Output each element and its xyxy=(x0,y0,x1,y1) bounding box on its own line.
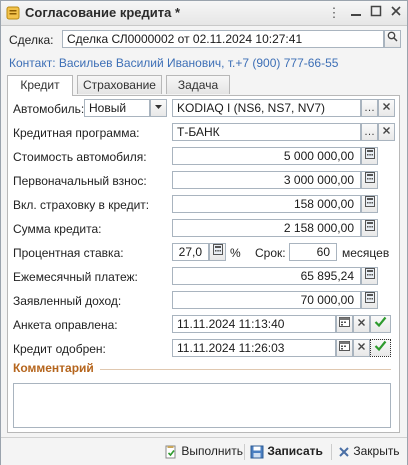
comment-textarea[interactable] xyxy=(13,383,391,428)
comment-section-title: Комментарий xyxy=(13,361,94,375)
down-payment-label: Первоначальный взнос: xyxy=(13,174,147,188)
insurance-field[interactable]: 158 000,00 xyxy=(172,195,361,213)
loan-amount-calculator-button[interactable] xyxy=(361,219,378,237)
credit-approved-confirm-button[interactable] xyxy=(370,339,391,357)
toolbar-separator xyxy=(331,444,332,460)
price-calculator-button[interactable] xyxy=(361,147,378,165)
contact-link[interactable]: Контакт: Васильев Василий Иванович, т.+7… xyxy=(9,56,338,70)
monthly-payment-field[interactable]: 65 895,24 xyxy=(172,267,361,285)
form-sent-calendar-button[interactable] xyxy=(336,315,353,333)
toolbar-separator xyxy=(244,444,245,460)
credit-approval-window: Согласование кредита * ⋮ Сделка: Сделка … xyxy=(0,0,408,465)
program-select-button[interactable]: … xyxy=(361,123,378,141)
calculator-icon xyxy=(364,172,375,183)
calculator-icon xyxy=(364,268,375,279)
title-bar: Согласование кредита * ⋮ xyxy=(1,1,407,26)
price-label: Стоимость автомобиля: xyxy=(13,150,147,164)
checkmark-icon xyxy=(374,316,387,328)
rate-unit: % xyxy=(230,246,241,260)
insurance-label: Вкл. страховку в кредит: xyxy=(13,198,150,212)
tab-task[interactable]: Задача xyxy=(166,75,230,94)
insurance-calculator-button[interactable] xyxy=(361,195,378,213)
form-sent-clear-button[interactable] xyxy=(353,315,370,333)
credit-approved-datetime-field[interactable]: 11.11.2024 11:26:03 xyxy=(172,339,336,357)
income-calculator-button[interactable] xyxy=(361,291,378,309)
rate-calculator-button[interactable] xyxy=(209,243,226,261)
term-label: Срок: xyxy=(255,246,286,260)
credit-approved-calendar-button[interactable] xyxy=(336,339,353,357)
program-clear-button[interactable] xyxy=(378,123,395,141)
monthly-payment-calculator-button[interactable] xyxy=(361,267,378,285)
credit-approved-clear-button[interactable] xyxy=(353,339,370,357)
tab-credit[interactable]: Кредит xyxy=(7,75,73,96)
close-button-label: Закрыть xyxy=(353,444,400,458)
term-field[interactable]: 60 xyxy=(289,243,337,261)
calendar-icon xyxy=(339,341,350,351)
income-label: Заявленный доход: xyxy=(13,294,122,308)
menu-icon[interactable]: ⋮ xyxy=(326,5,342,21)
clear-icon xyxy=(358,343,365,350)
loan-amount-label: Сумма кредита: xyxy=(13,222,102,236)
price-field[interactable]: 5 000 000,00 xyxy=(172,147,361,165)
credit-approved-label: Кредит одобрен: xyxy=(13,342,106,356)
checkmark-icon xyxy=(374,340,387,352)
down-payment-field[interactable]: 3 000 000,00 xyxy=(172,171,361,189)
execute-button[interactable]: Выполнить xyxy=(164,443,243,459)
income-field[interactable]: 70 000,00 xyxy=(172,291,361,309)
form-sent-label: Анкета оправлена: xyxy=(13,318,118,332)
program-label: Кредитная программа: xyxy=(13,126,140,140)
monthly-payment-label: Ежемесячный платеж: xyxy=(13,270,138,284)
rate-label: Процентная ставка: xyxy=(13,246,124,260)
down-payment-calculator-button[interactable] xyxy=(361,171,378,189)
form-sent-datetime-field[interactable]: 11.11.2024 11:13:40 xyxy=(172,315,336,333)
rate-field[interactable]: 27,0 xyxy=(172,243,209,261)
credit-tab-panel: Автомобиль: Новый KODIAQ I (NS6, NS7, NV… xyxy=(7,95,400,433)
tab-insurance[interactable]: Страхование xyxy=(77,75,162,94)
calculator-icon xyxy=(364,196,375,207)
program-field[interactable]: Т-БАНК xyxy=(172,123,361,141)
window-title: Согласование кредита * xyxy=(25,5,181,20)
calculator-icon xyxy=(212,244,223,255)
close-window-icon[interactable] xyxy=(388,5,404,21)
execute-icon xyxy=(165,445,176,459)
chevron-down-icon xyxy=(155,105,162,109)
search-icon xyxy=(387,31,398,42)
car-model-field[interactable]: KODIAQ I (NS6, NS7, NV7) xyxy=(172,99,361,117)
deal-field[interactable]: Сделка СЛ0000002 от 02.11.2024 10:27:41 xyxy=(62,30,384,48)
deal-search-button[interactable] xyxy=(384,30,401,48)
close-icon xyxy=(339,447,349,457)
deal-label: Сделка: xyxy=(9,33,54,47)
save-icon xyxy=(250,445,264,459)
car-model-select-button[interactable]: … xyxy=(361,99,378,117)
calculator-icon xyxy=(364,148,375,159)
loan-amount-field[interactable]: 2 158 000,00 xyxy=(172,219,361,237)
close-button[interactable]: Закрыть xyxy=(338,443,400,459)
clear-icon xyxy=(358,319,365,326)
save-button-label: Записать xyxy=(267,444,323,458)
car-condition-dropdown-button[interactable] xyxy=(150,99,167,117)
save-button[interactable]: Записать xyxy=(250,443,323,459)
car-condition-select[interactable]: Новый xyxy=(84,99,150,117)
car-model-clear-button[interactable] xyxy=(378,99,395,117)
term-unit: месяцев xyxy=(342,246,390,260)
calendar-icon xyxy=(339,317,350,327)
clear-icon xyxy=(383,103,390,110)
calculator-icon xyxy=(364,292,375,303)
car-label: Автомобиль: xyxy=(13,102,85,116)
comment-section-divider xyxy=(100,369,391,370)
form-sent-confirm-button[interactable] xyxy=(370,315,391,333)
clear-icon xyxy=(383,127,390,134)
execute-button-label: Выполнить xyxy=(181,444,243,458)
minimize-icon[interactable] xyxy=(348,5,364,21)
bottom-command-bar: Выполнить Записать Закрыть xyxy=(1,437,407,465)
app-icon xyxy=(6,6,20,20)
calculator-icon xyxy=(364,220,375,231)
maximize-icon[interactable] xyxy=(368,5,384,21)
